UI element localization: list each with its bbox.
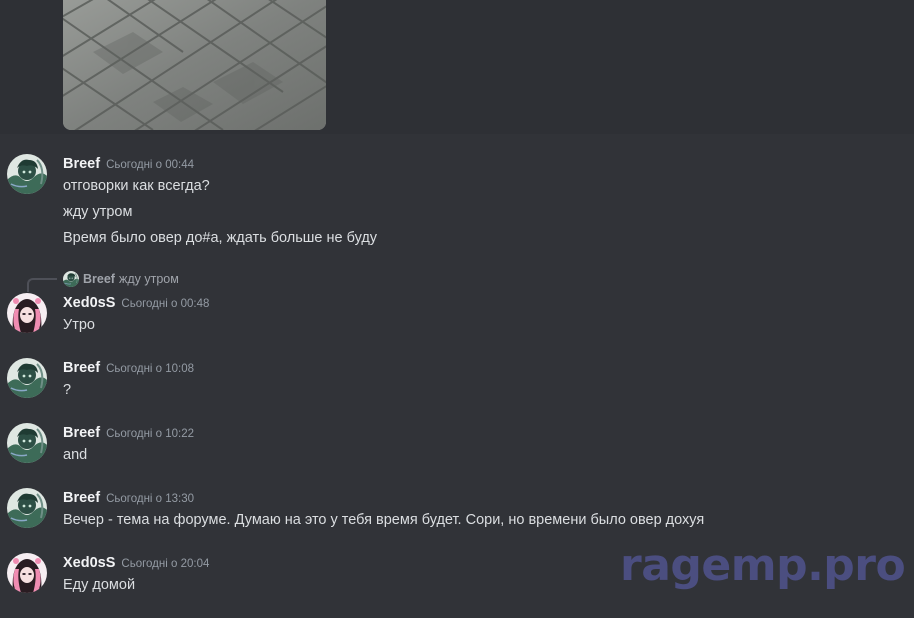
username[interactable]: Breef xyxy=(63,360,100,376)
username[interactable]: Xed0sS xyxy=(63,555,115,571)
reply-reference[interactable]: Breef жду утром xyxy=(63,270,179,288)
message-header: Breef Сьогодні о 10:08 xyxy=(63,358,194,379)
message-header: Xed0sS Сьогодні о 00:48 xyxy=(63,293,209,314)
message-header: Breef Сьогодні о 13:30 xyxy=(63,488,194,509)
user-avatar[interactable] xyxy=(7,293,47,333)
user-avatar[interactable] xyxy=(7,358,47,398)
reply-text[interactable]: жду утром xyxy=(119,272,179,286)
message-text: and xyxy=(63,447,88,463)
timestamp[interactable]: Сьогодні о 10:08 xyxy=(106,363,194,375)
breef-avatar-icon xyxy=(7,488,47,528)
message-text: жду утром xyxy=(63,204,133,220)
message-text: Вечер - тема на форуме. Думаю на это у т… xyxy=(63,512,705,528)
breef-avatar-icon xyxy=(7,358,47,398)
reply-username[interactable]: Breef xyxy=(83,272,115,286)
message-text: Еду домой xyxy=(63,577,136,593)
username[interactable]: Breef xyxy=(63,425,100,441)
message-text: ? xyxy=(63,382,72,398)
message-text: Время было овер до#а, ждать больше не бу… xyxy=(63,230,378,246)
breef-avatar-icon xyxy=(7,154,47,194)
breef-avatar-icon xyxy=(7,423,47,463)
reply-avatar xyxy=(63,271,79,287)
user-avatar[interactable] xyxy=(7,488,47,528)
xedoss-avatar-icon xyxy=(7,553,47,593)
username[interactable]: Breef xyxy=(63,490,100,506)
reply-spine xyxy=(27,278,57,292)
chat-messages: Breef Сьогодні о 00:44 отговорки как всег… xyxy=(0,0,914,618)
image-attachment[interactable] xyxy=(63,0,326,130)
username[interactable]: Xed0sS xyxy=(63,295,115,311)
username[interactable]: Breef xyxy=(63,156,100,172)
timestamp[interactable]: Сьогодні о 10:22 xyxy=(106,428,194,440)
timestamp[interactable]: Сьогодні о 20:04 xyxy=(121,558,209,570)
timestamp[interactable]: Сьогодні о 00:48 xyxy=(121,298,209,310)
user-avatar[interactable] xyxy=(7,423,47,463)
timestamp[interactable]: Сьогодні о 00:44 xyxy=(106,159,194,171)
message-text: Утро xyxy=(63,317,95,333)
breef-avatar-icon xyxy=(63,271,79,287)
watermark: ragemp.pro xyxy=(620,540,906,591)
message-header: Xed0sS Сьогодні о 20:04 xyxy=(63,553,209,574)
user-avatar[interactable] xyxy=(7,154,47,194)
message-header: Breef Сьогодні о 10:22 xyxy=(63,423,194,444)
user-avatar[interactable] xyxy=(7,553,47,593)
message-text: отговорки как всегда? xyxy=(63,178,210,194)
xedoss-avatar-icon xyxy=(7,293,47,333)
message-header: Breef Сьогодні о 00:44 xyxy=(63,154,194,175)
timestamp[interactable]: Сьогодні о 13:30 xyxy=(106,493,194,505)
